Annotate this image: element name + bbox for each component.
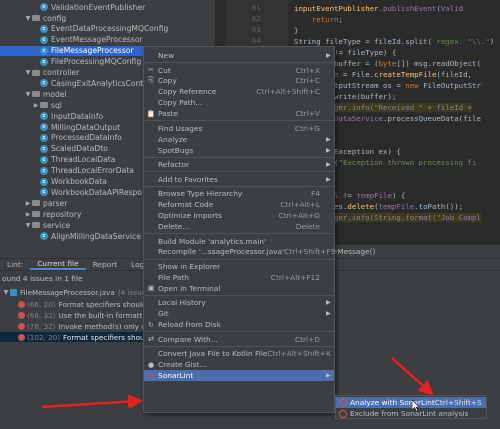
annotation-arrows [41,357,434,410]
mouse-cursor-icon [412,400,420,412]
arrow-to-analyze-icon [391,357,434,396]
arrow-to-sonarlint-icon [41,394,143,410]
